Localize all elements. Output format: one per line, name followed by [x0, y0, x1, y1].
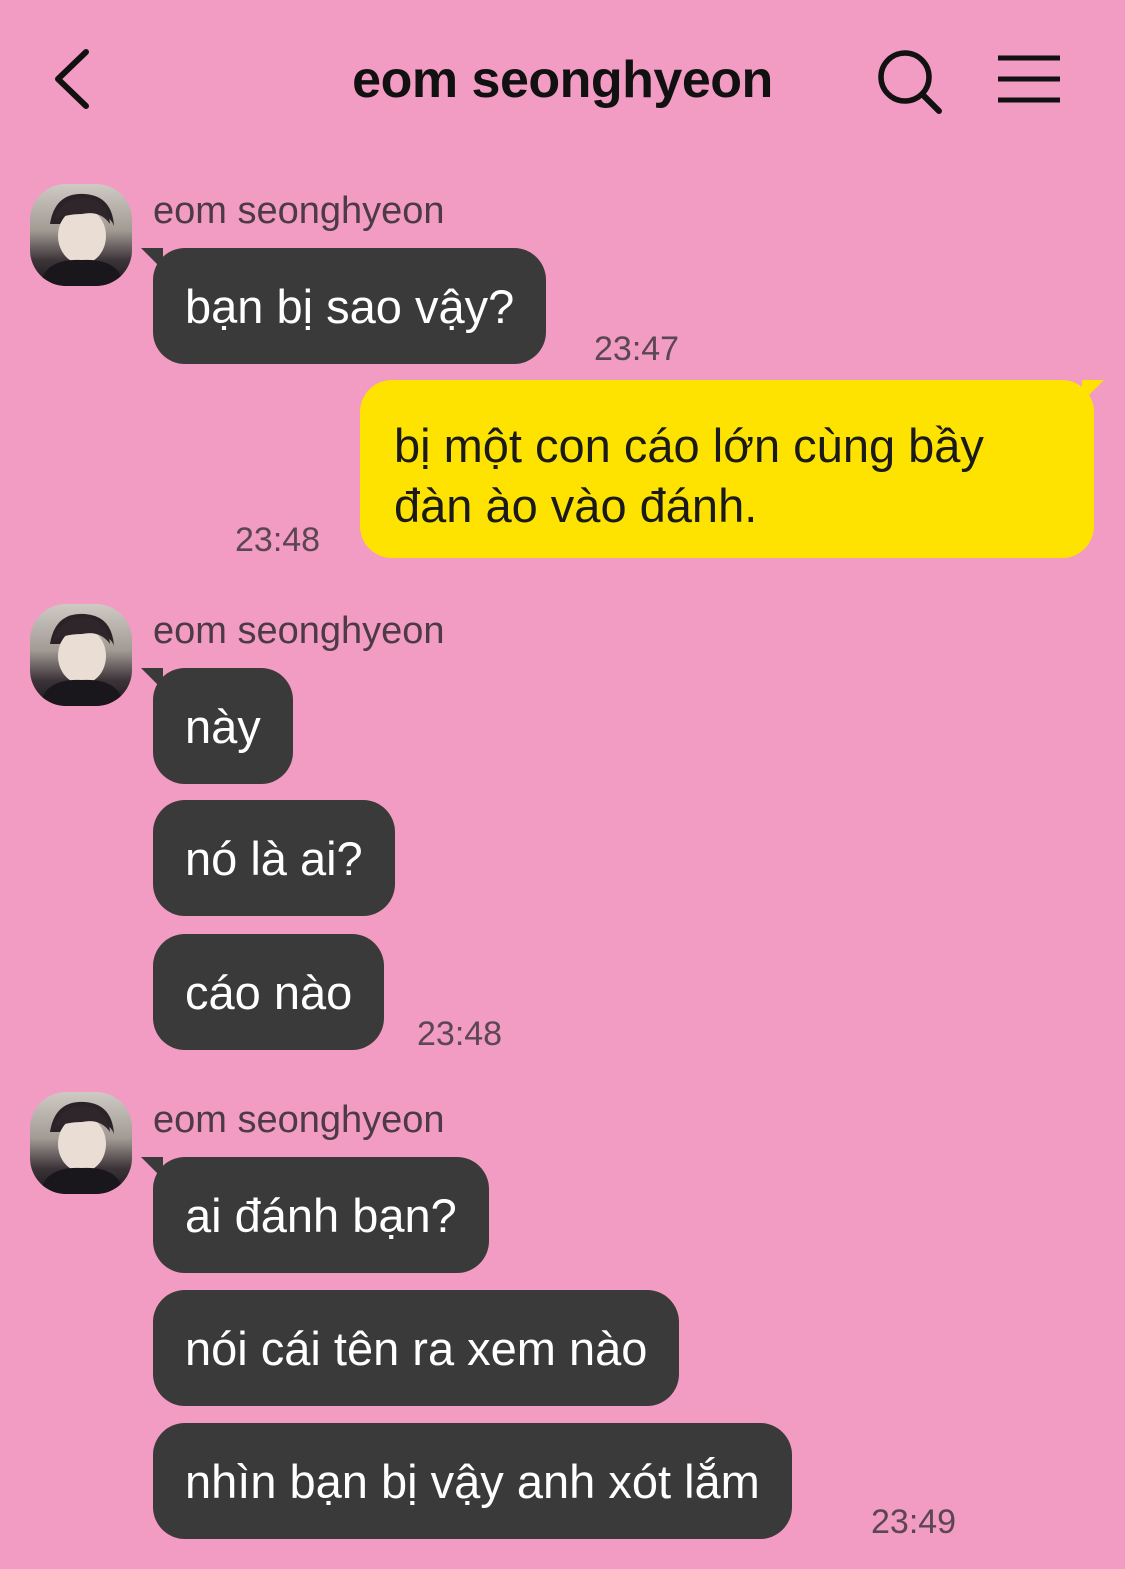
back-button[interactable] [48, 46, 98, 112]
avatar[interactable] [30, 184, 132, 286]
menu-button[interactable] [996, 54, 1062, 104]
message-timestamp: 23:48 [417, 1015, 503, 1053]
message-bubble[interactable]: bạn bị sao vậy? [140, 248, 547, 364]
sender-name: eom seonghyeon [153, 190, 445, 232]
avatar-photo [40, 193, 124, 286]
avatar[interactable] [30, 604, 132, 706]
sender-name: eom seonghyeon [153, 610, 445, 652]
chevron-left-icon [55, 49, 89, 109]
message-bubble[interactable]: nhìn bạn bị vậy anh xót lắm [153, 1423, 792, 1539]
message-bubble[interactable]: ai đánh bạn? [141, 1157, 489, 1273]
chat-title: eom seonghyeon [352, 51, 773, 109]
my-message-bubble[interactable]: bị một con cáo lớn cùng bầy đàn ào vào đ… [360, 380, 1104, 558]
message-bubble[interactable]: nó là ai? [153, 800, 395, 916]
sender-name: eom seonghyeon [153, 1099, 445, 1141]
chat-header: eom seonghyeon [0, 0, 1125, 160]
message-bubble[interactable]: nói cái tên ra xem nào [153, 1290, 680, 1406]
message-timestamp: 23:48 [235, 521, 321, 559]
message-bubble[interactable]: này [141, 668, 293, 784]
avatar-photo [40, 613, 124, 706]
message-bubble[interactable]: cáo nào [153, 934, 385, 1050]
search-button[interactable] [876, 48, 944, 116]
message-timestamp: 23:49 [871, 1503, 957, 1541]
hamburger-menu-icon [998, 55, 1060, 103]
avatar[interactable] [30, 1092, 132, 1194]
avatar-photo [40, 1101, 124, 1194]
message-timestamp: 23:47 [594, 330, 680, 368]
search-icon [878, 50, 942, 114]
